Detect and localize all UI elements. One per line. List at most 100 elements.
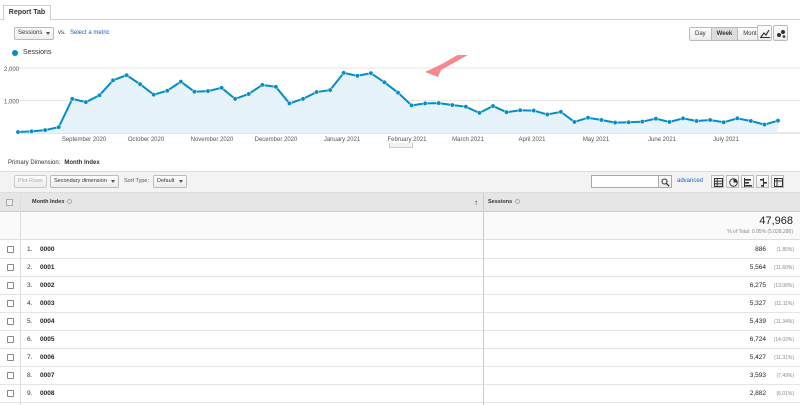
- row-month-index[interactable]: 0003: [40, 300, 54, 307]
- data-point[interactable]: [504, 109, 510, 115]
- row-month-index[interactable]: 0000: [40, 246, 54, 253]
- data-point[interactable]: [124, 72, 130, 78]
- row-month-index[interactable]: 0005: [40, 336, 54, 343]
- data-point[interactable]: [463, 104, 469, 110]
- data-point[interactable]: [694, 118, 700, 124]
- data-point[interactable]: [517, 107, 523, 113]
- data-point[interactable]: [137, 81, 143, 87]
- data-point[interactable]: [680, 115, 686, 121]
- data-point[interactable]: [164, 88, 170, 94]
- data-point[interactable]: [232, 96, 238, 102]
- data-point[interactable]: [69, 96, 75, 102]
- plot-rows-button[interactable]: Plot Rows: [14, 175, 47, 188]
- data-point[interactable]: [327, 87, 333, 93]
- line-chart-view-button[interactable]: [757, 25, 772, 41]
- data-point[interactable]: [558, 109, 564, 115]
- data-point[interactable]: [314, 89, 320, 95]
- data-point[interactable]: [259, 82, 265, 88]
- data-point[interactable]: [748, 118, 754, 124]
- data-point[interactable]: [666, 119, 672, 125]
- column-header-sessions[interactable]: Sessions: [488, 199, 521, 205]
- data-point[interactable]: [56, 124, 62, 130]
- row-checkbox[interactable]: [7, 354, 14, 361]
- data-point[interactable]: [219, 85, 225, 91]
- data-point[interactable]: [151, 92, 157, 98]
- data-point[interactable]: [653, 116, 659, 122]
- range-day-button[interactable]: Day: [690, 28, 712, 40]
- data-point[interactable]: [721, 119, 727, 125]
- data-point[interactable]: [354, 73, 360, 79]
- data-point[interactable]: [490, 103, 496, 109]
- row-checkbox[interactable]: [7, 246, 14, 253]
- column-header-month-index[interactable]: Month Index: [32, 199, 73, 205]
- data-point[interactable]: [246, 91, 252, 97]
- primary-dimension-value[interactable]: Month Index: [64, 160, 99, 166]
- row-month-index[interactable]: 0007: [40, 372, 54, 379]
- data-point[interactable]: [205, 88, 211, 94]
- select-metric-link[interactable]: Select a metric: [70, 30, 110, 36]
- data-point[interactable]: [626, 119, 632, 125]
- data-point[interactable]: [409, 102, 415, 108]
- select-all-checkbox[interactable]: [6, 199, 13, 206]
- data-point[interactable]: [300, 96, 306, 102]
- data-point[interactable]: [436, 100, 442, 106]
- data-point[interactable]: [734, 115, 740, 121]
- row-month-index[interactable]: 0001: [40, 264, 54, 271]
- row-checkbox[interactable]: [7, 390, 14, 397]
- percentage-view-button[interactable]: [726, 175, 739, 188]
- data-point[interactable]: [286, 100, 292, 106]
- tab-report[interactable]: Report Tab: [3, 5, 51, 21]
- row-month-index[interactable]: 0004: [40, 318, 54, 325]
- data-point[interactable]: [368, 70, 374, 76]
- row-month-index[interactable]: 0006: [40, 354, 54, 361]
- pivot-view-button[interactable]: [771, 175, 784, 188]
- advanced-filter-link[interactable]: advanced: [677, 178, 703, 184]
- data-point[interactable]: [707, 117, 713, 123]
- data-point[interactable]: [639, 119, 645, 125]
- row-month-index[interactable]: 0008: [40, 390, 54, 397]
- row-checkbox[interactable]: [7, 318, 14, 325]
- data-point[interactable]: [341, 70, 347, 76]
- data-point[interactable]: [395, 90, 401, 96]
- table-search-input[interactable]: [591, 175, 659, 188]
- row-checkbox[interactable]: [7, 372, 14, 379]
- range-week-button[interactable]: Week: [711, 28, 739, 40]
- data-point[interactable]: [96, 92, 102, 98]
- data-point[interactable]: [599, 117, 605, 123]
- data-point[interactable]: [612, 120, 618, 126]
- data-point[interactable]: [585, 115, 591, 121]
- data-table-view-button[interactable]: [711, 175, 724, 188]
- sort-type-select[interactable]: Default: [153, 175, 187, 188]
- search-button[interactable]: [659, 175, 672, 188]
- data-point[interactable]: [571, 119, 577, 125]
- row-checkbox[interactable]: [7, 264, 14, 271]
- row-checkbox[interactable]: [7, 336, 14, 343]
- data-point[interactable]: [29, 128, 35, 134]
- row-month-index[interactable]: 0002: [40, 282, 54, 289]
- data-point[interactable]: [544, 112, 550, 117]
- data-point[interactable]: [476, 110, 482, 116]
- performance-view-button[interactable]: [741, 175, 754, 188]
- data-point[interactable]: [422, 100, 428, 106]
- row-checkbox[interactable]: [7, 300, 14, 307]
- row-checkbox[interactable]: [7, 282, 14, 289]
- motion-chart-view-button[interactable]: [773, 25, 788, 41]
- data-point[interactable]: [42, 127, 48, 133]
- data-point[interactable]: [761, 122, 767, 128]
- data-point[interactable]: [775, 118, 781, 124]
- data-point[interactable]: [15, 129, 21, 135]
- metric-select[interactable]: Sessions: [14, 27, 54, 40]
- data-point[interactable]: [83, 99, 89, 105]
- data-point[interactable]: [273, 84, 279, 90]
- data-point[interactable]: [110, 77, 116, 83]
- data-point[interactable]: [178, 79, 184, 85]
- data-point[interactable]: [191, 89, 197, 95]
- metric-select-value: Sessions: [18, 30, 43, 36]
- data-point[interactable]: [381, 79, 387, 85]
- chart-resize-handle[interactable]: [389, 143, 413, 148]
- data-point[interactable]: [449, 102, 455, 108]
- secondary-dimension-select[interactable]: Secondary dimension: [50, 175, 119, 188]
- sort-ascending-icon[interactable]: ↑: [474, 198, 478, 207]
- comparison-view-button[interactable]: [756, 175, 769, 188]
- data-point[interactable]: [531, 108, 537, 114]
